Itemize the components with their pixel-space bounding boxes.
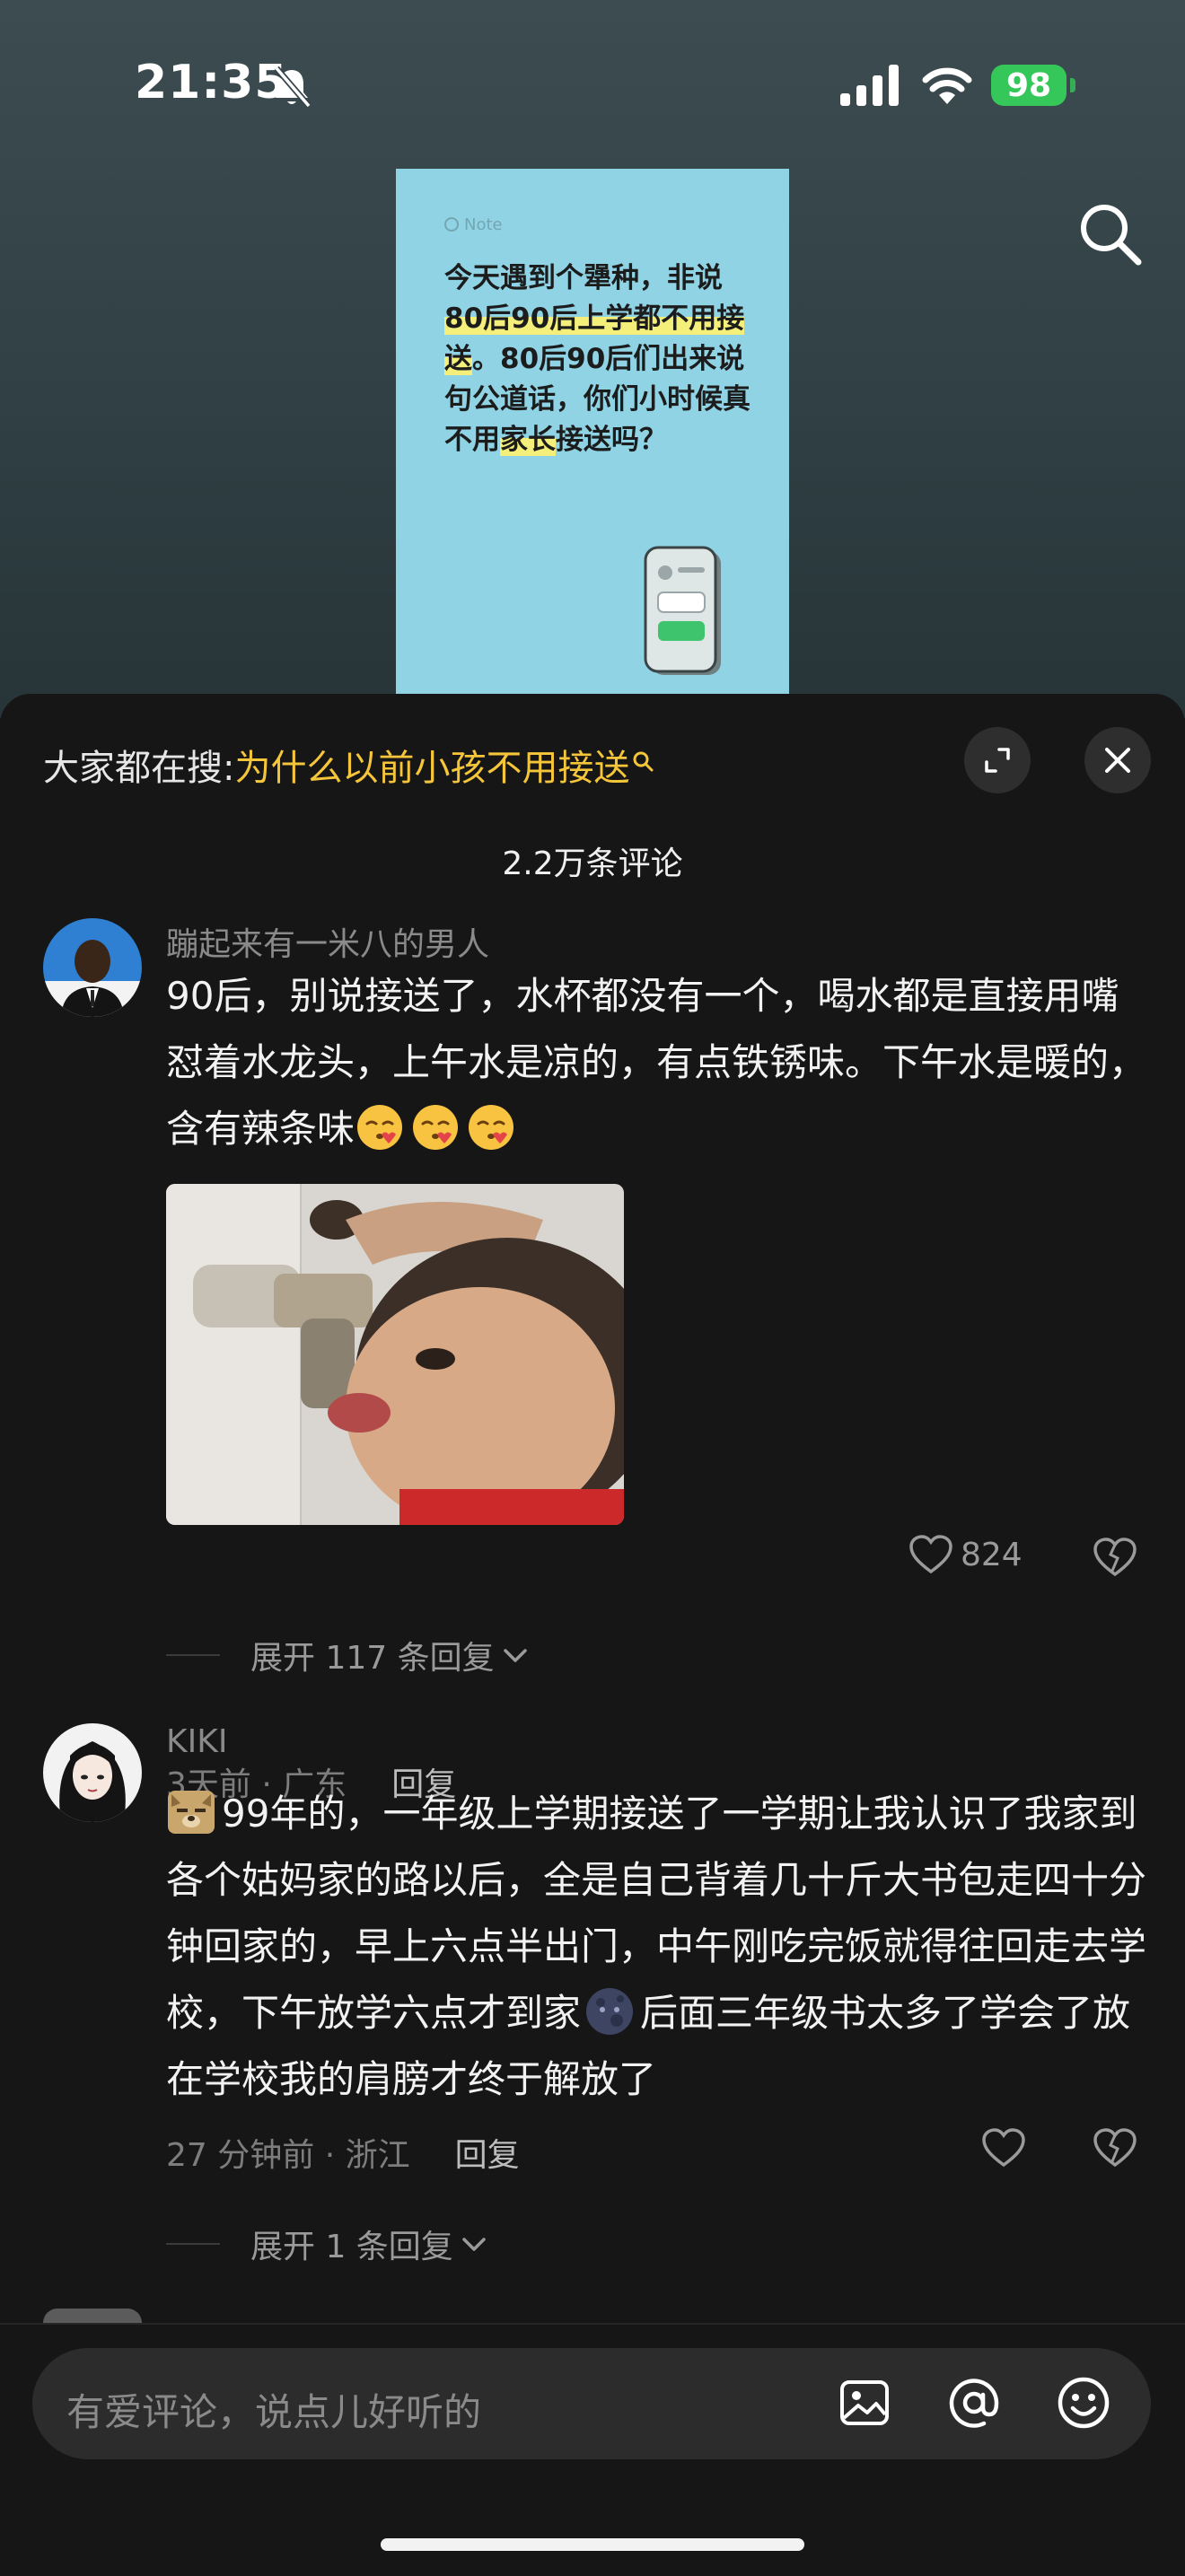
battery-level: 98: [1005, 66, 1052, 104]
comment-text: 90后，别说接送了，水杯都没有一个，喝水都是直接用嘴怼着水龙头，上午水是凉的，有…: [166, 963, 1149, 1162]
close-icon: [1105, 748, 1130, 773]
boy-drinking-tap-photo: [166, 1184, 624, 1525]
blowing-kiss-emoji-icon: [469, 1105, 514, 1150]
at-mention-icon[interactable]: [944, 2373, 1004, 2432]
wifi-icon: [922, 67, 972, 104]
close-button[interactable]: [1084, 727, 1151, 793]
reply-button[interactable]: 回复: [455, 2137, 520, 2174]
comment-text: 99年的，一年级上学期接送了一学期让我认识了我家到各个姑妈家的路以后，全是自己背…: [166, 1781, 1149, 2113]
search-hint-keyword[interactable]: 为什么以前小孩不用接送: [234, 748, 629, 789]
comment-count: 2.2万条评论: [502, 846, 683, 882]
next-comment-avatar: [43, 2309, 142, 2323]
blowing-kiss-emoji-icon: [413, 1105, 459, 1150]
fullscreen-button[interactable]: [964, 727, 1031, 793]
status-time: 21:35: [135, 56, 288, 110]
cat-emoji-icon: [168, 1791, 215, 1834]
comment-input-bar: 有爱评论，说点儿好听的: [0, 2323, 1185, 2576]
expand-replies-button[interactable]: 展开 117 条回复: [166, 1632, 531, 1678]
avatar[interactable]: [43, 1723, 142, 1822]
note-text: 今天遇到个犟种，非说80后90后上学都不用接送。80后90后们出来说句公道话，你…: [444, 258, 759, 460]
expand-replies-button[interactable]: 展开 1 条回复: [166, 2221, 489, 2267]
status-bar: 21:35 98: [0, 0, 1185, 171]
video-area[interactable]: 21:35 98 Note 今天遇到个犟种，非说80后90后上学都不用接送。80: [0, 0, 1185, 718]
comment-input[interactable]: 有爱评论，说点儿好听的: [32, 2348, 1151, 2459]
comment-item: 蹦起来有一米八的男人 90后，别说接送了，水杯都没有一个，喝水都是直接用嘴怼着水…: [0, 918, 1185, 1803]
divider-line: [166, 2243, 220, 2245]
emoji-group: [355, 1105, 522, 1151]
heart-icon: [909, 1535, 952, 1574]
note-plain-text: 今天遇到个犟种，非说: [444, 262, 723, 294]
comment-text-body: 90后，别说接送了，水杯都没有一个，喝水都是直接用嘴怼着水龙头，上午水是凉的，有…: [166, 974, 1147, 1151]
note-card[interactable]: Note 今天遇到个犟种，非说80后90后上学都不用接送。80后90后们出来说句…: [396, 169, 789, 718]
avatar[interactable]: [43, 918, 142, 1017]
blowing-kiss-emoji-icon: [357, 1105, 403, 1150]
comment-image[interactable]: [166, 1184, 624, 1525]
heart-icon[interactable]: [981, 2127, 1026, 2169]
broken-heart-icon[interactable]: [1093, 2127, 1137, 2169]
search-icon[interactable]: [1072, 196, 1147, 271]
like-button[interactable]: 824: [908, 1534, 1023, 1575]
expand-replies-label: 展开 1 条回复: [250, 2229, 453, 2265]
avatar-image: [43, 1723, 142, 1822]
comment-input-placeholder: 有爱评论，说点儿好听的: [66, 2390, 482, 2434]
expand-replies-label: 展开 117 条回复: [250, 1640, 495, 1677]
bell-off-icon: [274, 66, 312, 109]
new-moon-face-icon: [586, 1988, 634, 2035]
note-plain-text: 接送吗？: [556, 424, 667, 456]
broken-heart-icon[interactable]: [1093, 1537, 1137, 1578]
battery-tip: [1070, 78, 1075, 92]
comment-author[interactable]: KIKI: [166, 1723, 227, 1760]
search-hint[interactable]: 大家都在搜:为什么以前小孩不用接送: [43, 739, 654, 791]
emoji-icon[interactable]: [1054, 2373, 1113, 2432]
avatar-image: [43, 918, 142, 1017]
divider-line: [166, 1654, 220, 1656]
search-small-icon: [633, 751, 654, 772]
battery-indicator: 98: [991, 65, 1066, 106]
home-indicator: [381, 2538, 804, 2551]
chevron-down-icon: [503, 1649, 527, 1662]
image-icon[interactable]: [835, 2373, 894, 2432]
chevron-down-icon: [462, 2238, 486, 2251]
phone-illustration: [644, 546, 721, 675]
signal-icon: [840, 65, 899, 106]
search-hint-prefix: 大家都在搜:: [43, 748, 235, 789]
comment-time-location: 27 分钟前 · 浙江: [166, 2137, 410, 2174]
expand-icon: [985, 748, 1010, 773]
comment-meta: 27 分钟前 · 浙江 回复: [166, 2129, 520, 2176]
note-label: Note: [444, 215, 503, 234]
note-highlight-text: 家长: [500, 424, 556, 456]
like-count: 824: [961, 1536, 1023, 1573]
comment-author[interactable]: 蹦起来有一米八的男人: [166, 918, 489, 965]
